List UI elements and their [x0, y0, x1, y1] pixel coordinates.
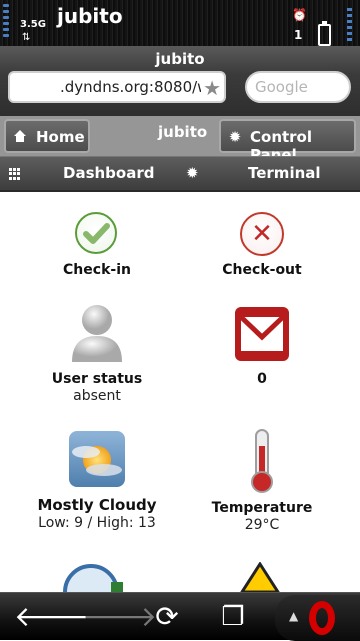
weather-range: Low: 9 / High: 13: [38, 515, 156, 531]
page-title: jubito: [155, 50, 205, 68]
checkin-label: Check-in: [63, 262, 131, 278]
reload-icon[interactable]: ⟳: [147, 599, 187, 635]
mail-count: 0: [257, 371, 267, 387]
warning-icon: [240, 562, 280, 592]
search-placeholder: Google: [255, 78, 308, 96]
site-title: jubito: [158, 123, 208, 141]
thermometer-icon: [251, 429, 273, 493]
opera-menu-button[interactable]: ▲: [275, 595, 360, 641]
url-text: .dyndns.org:8080/w: [60, 78, 210, 96]
grid-icon: [9, 168, 21, 180]
mail-item[interactable]: 0: [172, 371, 352, 387]
dashboard-tab[interactable]: Dashboard: [63, 164, 154, 182]
address-bar[interactable]: .dyndns.org:8080/w ★: [8, 71, 226, 103]
menu-up-icon: ▲: [289, 609, 299, 623]
signal-strength-icon: [3, 4, 9, 42]
checkout-label: Check-out: [222, 262, 302, 278]
mail-icon[interactable]: [233, 305, 291, 363]
weather-label: Mostly Cloudy: [37, 496, 157, 514]
browser-header: jubito .dyndns.org:8080/w ★ Google: [0, 46, 360, 116]
terminal-tab[interactable]: Terminal: [248, 164, 321, 182]
user-icon: [72, 305, 122, 362]
opera-icon: [309, 601, 335, 635]
secondary-navigation: Dashboard ✹ Terminal: [0, 156, 360, 192]
home-button[interactable]: Home: [4, 119, 90, 153]
browser-toolbar: 🡐 🡒 ⟳ ❐ ▲: [0, 592, 360, 641]
home-icon: [14, 130, 26, 142]
gear-icon: ✹: [186, 164, 199, 182]
checkin-item[interactable]: Check-in: [7, 262, 187, 278]
search-input[interactable]: Google: [245, 71, 351, 103]
weather-cloudy-icon: [69, 431, 125, 487]
windows-icon[interactable]: ❐: [213, 599, 253, 635]
status-indicators: ⏰ 1: [292, 4, 352, 46]
back-arrow-icon[interactable]: 🡐: [14, 599, 89, 635]
gear-icon: ✹: [228, 128, 242, 146]
bookmark-star-icon[interactable]: ★: [201, 76, 221, 100]
home-label: Home: [36, 128, 85, 146]
weather-item: Mostly Cloudy Low: 9 / High: 13: [7, 496, 187, 531]
battery-icon: [318, 21, 331, 46]
checkmark-icon[interactable]: [75, 212, 117, 254]
alarm-icon: ⏰: [292, 8, 307, 22]
top-navigation: Home jubito ✹ Control Panel: [0, 116, 360, 164]
data-transfer-icon: ⇅: [22, 32, 31, 43]
app-title: jubito: [57, 4, 123, 28]
compass-icon: [63, 564, 123, 592]
temperature-item: Temperature 29°C: [172, 500, 352, 533]
user-status-item: User status absent: [7, 371, 187, 404]
user-status-value: absent: [73, 388, 121, 404]
user-status-label: User status: [51, 371, 143, 387]
forward-arrow-icon[interactable]: 🡒: [82, 599, 157, 635]
battery-level-bars: [347, 8, 352, 41]
network-type: 3.5G: [20, 19, 46, 30]
checkout-item[interactable]: Check-out: [172, 262, 352, 278]
status-bar: 3.5G ⇅ jubito ⏰ 1: [0, 0, 360, 46]
temperature-value: 29°C: [244, 517, 280, 533]
notification-count: 1: [294, 28, 303, 42]
temperature-label: Temperature: [211, 500, 313, 516]
cross-icon[interactable]: ✕: [240, 212, 284, 256]
control-panel-button[interactable]: ✹ Control Panel: [219, 119, 356, 164]
